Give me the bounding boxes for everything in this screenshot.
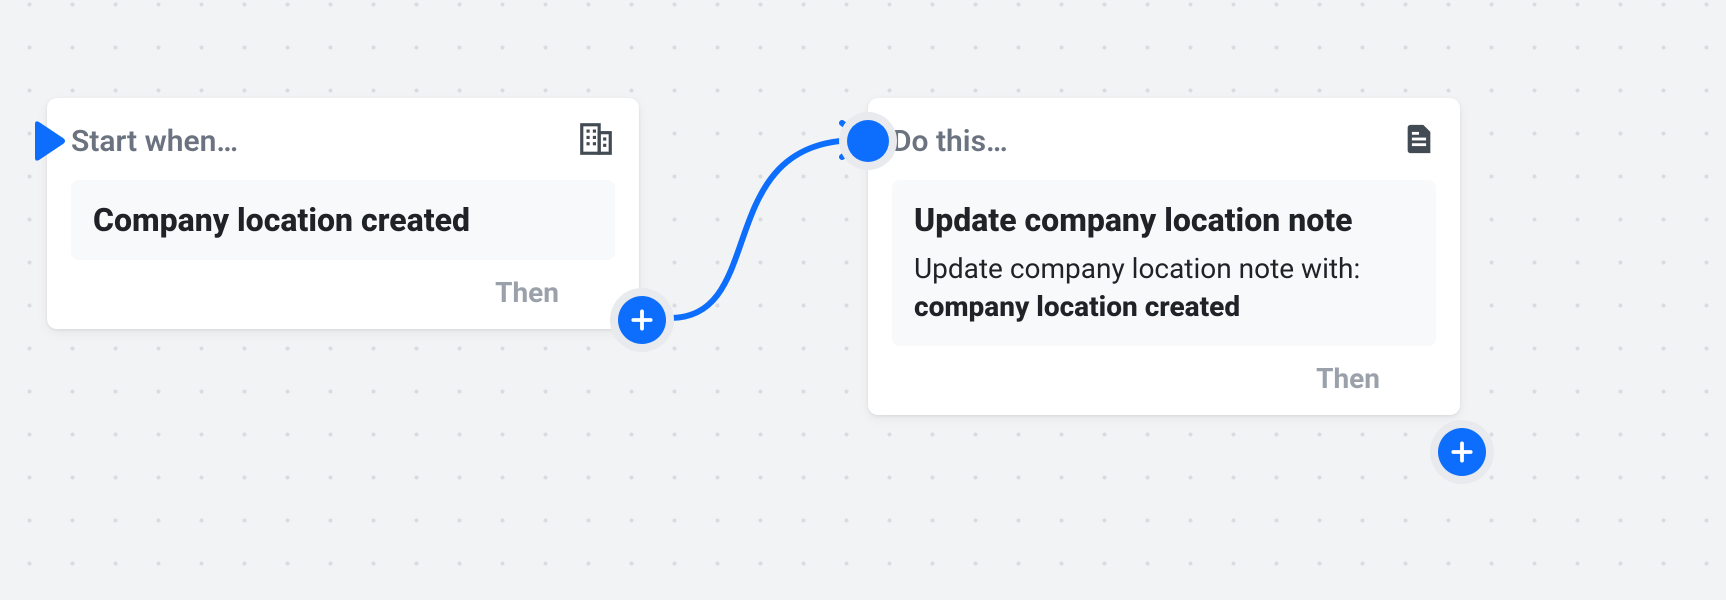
action-card-footer: Then	[892, 362, 1436, 395]
add-step-button[interactable]	[618, 296, 666, 344]
trigger-card-header: Start when…	[71, 120, 615, 162]
trigger-title: Company location created	[93, 200, 593, 240]
trigger-card[interactable]: Start when… Company location created The…	[47, 98, 639, 329]
building-icon	[577, 120, 615, 162]
action-entry-dot	[847, 120, 889, 162]
action-description-strong: company location created	[914, 290, 1240, 323]
action-card[interactable]: Do this… Update company location note Up…	[868, 98, 1460, 415]
action-title: Update company location note	[914, 200, 1414, 240]
action-card-body: Update company location note Update comp…	[892, 180, 1436, 346]
add-next-step-button[interactable]	[1438, 428, 1486, 476]
start-marker-icon	[33, 120, 67, 166]
document-icon	[1402, 120, 1436, 162]
action-header-label: Do this…	[892, 124, 1008, 159]
trigger-card-footer: Then	[71, 276, 615, 309]
trigger-header-label: Start when…	[71, 124, 238, 159]
action-card-header: Do this…	[892, 120, 1436, 162]
trigger-then-label: Then	[495, 276, 559, 309]
trigger-card-body: Company location created	[71, 180, 615, 260]
action-then-label: Then	[1316, 362, 1380, 395]
action-description: Update company location note with: compa…	[914, 250, 1414, 326]
action-description-prefix: Update company location note with:	[914, 252, 1360, 285]
